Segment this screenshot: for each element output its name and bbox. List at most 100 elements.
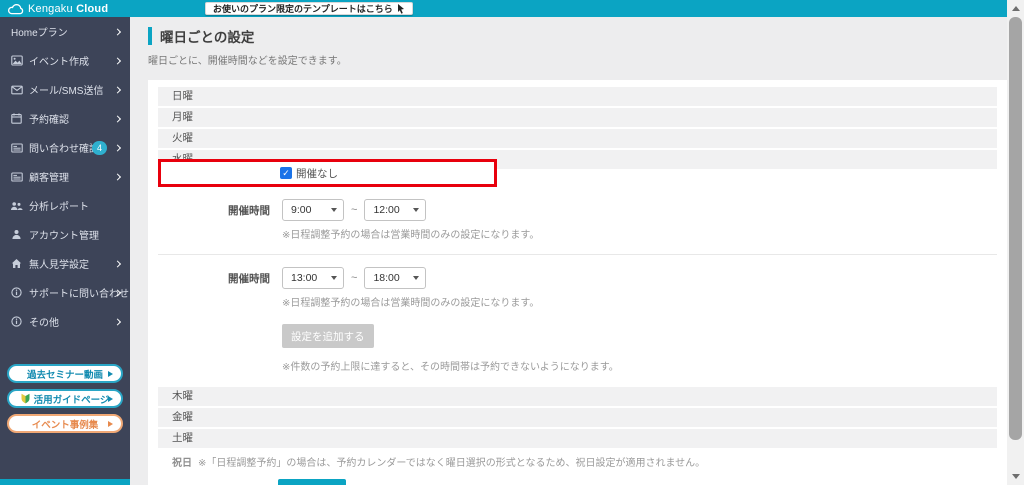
time-slot-row-2: 開催時間 13:00 ~ 18:00 (158, 267, 997, 289)
person-icon (10, 229, 23, 241)
end-time-value: 12:00 (373, 204, 400, 216)
id-card-icon (10, 171, 23, 183)
day-row-monday[interactable]: 月曜 (158, 108, 997, 127)
time-slot-row-1: 開催時間 9:00 ~ 12:00 (158, 199, 997, 221)
page-title: 曜日ごとの設定 (148, 27, 1007, 45)
sidebar-item-mail-sms[interactable]: メール/SMS送信 (0, 75, 130, 104)
top-header-bar: Kengaku Cloud (0, 0, 1007, 17)
plan-template-button[interactable]: お使いのプラン限定のテンプレートはこちら (205, 2, 413, 15)
inquiry-count-badge: 4 (92, 140, 107, 155)
slot-note-1: ※日程調整予約の場合は営業時間のみの設定になります。 (282, 230, 540, 241)
holiday-note: ※「日程調整予約」の場合は、予約カレンダーではなく曜日選択の形式となるため、祝日… (198, 458, 706, 469)
sidebar-item-label: イベント作成 (29, 57, 89, 68)
no-event-checkbox[interactable]: ✓ (280, 167, 292, 179)
app-logo-text: Kengaku Cloud (28, 2, 109, 15)
scrollbar-thumb[interactable] (1009, 17, 1022, 440)
page-subtitle: 曜日ごとに、開催時間などを設定できます。 (148, 56, 347, 67)
chevron-down-icon (413, 208, 420, 212)
day-row-friday[interactable]: 金曜 (158, 408, 997, 427)
sidebar-item-label: 分析レポート (29, 202, 89, 213)
chevron-right-icon (113, 114, 122, 123)
sidebar-item-others[interactable]: その他 (0, 307, 130, 336)
main-content: 曜日ごとの設定 曜日ごとに、開催時間などを設定できます。 日曜 月曜 火曜 水曜… (130, 17, 1007, 485)
day-row-tuesday[interactable]: 火曜 (158, 129, 997, 148)
chevron-right-icon (113, 317, 122, 326)
end-time-select-1[interactable]: 12:00 (364, 199, 427, 221)
sidebar-footer: 過去セミナー動画 活用ガイドページ イベント事例集 (0, 364, 130, 433)
past-seminar-video-button[interactable]: 過去セミナー動画 (7, 364, 123, 383)
app-logo: Kengaku Cloud (0, 3, 130, 15)
start-time-value: 9:00 (291, 204, 312, 216)
day-row-saturday[interactable]: 土曜 (158, 429, 997, 448)
end-time-value: 18:00 (373, 272, 400, 284)
start-time-select-2[interactable]: 13:00 (282, 267, 344, 289)
chevron-down-icon (331, 208, 337, 212)
sidebar-item-label: Homeプラン (11, 28, 68, 39)
start-time-value: 13:00 (291, 272, 318, 284)
info-icon (10, 287, 23, 299)
chevron-right-icon (113, 143, 122, 152)
chevron-right-icon (113, 27, 122, 36)
people-group-icon (10, 200, 23, 212)
start-time-select-1[interactable]: 9:00 (282, 199, 344, 221)
sidebar: Homeプラン イベント作成 メール/SMS送信 予約確認 問い合わせ確認 4 … (0, 17, 130, 479)
sidebar-item-label: 予約確認 (29, 115, 69, 126)
scrollbar[interactable] (1007, 0, 1024, 485)
pill-label: イベント事例集 (31, 419, 99, 431)
pill-label: 活用ガイドページ (33, 394, 110, 406)
home-icon (10, 258, 23, 270)
chevron-right-icon (113, 259, 122, 268)
holiday-note-row: 祝日 ※「日程調整予約」の場合は、予約カレンダーではなく曜日選択の形式となるため、… (158, 454, 997, 469)
chevron-down-icon (331, 276, 337, 280)
sidebar-item-label: 問い合わせ確認 (29, 144, 99, 155)
pill-label: 過去セミナー動画 (26, 369, 103, 381)
sidebar-item-label: メール/SMS送信 (29, 86, 104, 97)
chevron-right-icon (113, 56, 122, 65)
scrollbar-down-button[interactable] (1007, 468, 1024, 485)
add-setting-note: ※件数の予約上限に達すると、その時間帯は予約できないようになります。 (282, 362, 619, 373)
mail-icon (10, 84, 23, 96)
triangle-down-icon (1011, 474, 1020, 479)
chevron-right-icon (113, 85, 122, 94)
sidebar-item-reservation-check[interactable]: 予約確認 (0, 104, 130, 133)
day-row-sunday[interactable]: 日曜 (158, 87, 997, 106)
play-arrow-icon (108, 420, 113, 427)
id-card-icon (10, 142, 23, 154)
info-icon (10, 316, 23, 328)
sidebar-item-event-create[interactable]: イベント作成 (0, 46, 130, 75)
sidebar-item-home-plan[interactable]: Homeプラン (0, 17, 130, 46)
sidebar-item-customer-management[interactable]: 顧客管理 (0, 162, 130, 191)
sidebar-item-contact-support[interactable]: サポートに問い合わせ (0, 278, 130, 307)
sidebar-item-label: その他 (29, 318, 59, 329)
chevron-down-icon (413, 276, 420, 280)
triangle-up-icon (1011, 6, 1020, 11)
holiday-label: 祝日 (172, 458, 192, 469)
sidebar-item-label: 無人見学設定 (29, 260, 89, 271)
end-time-select-2[interactable]: 18:00 (364, 267, 427, 289)
sidebar-item-label: 顧客管理 (29, 173, 69, 184)
cursor-icon (397, 3, 405, 14)
add-setting-button[interactable]: 設定を追加する (282, 324, 374, 348)
calendar-icon (10, 113, 23, 125)
time-range-tilde: ~ (351, 272, 358, 284)
plan-template-button-label: お使いのプラン限定のテンプレートはこちら (213, 4, 393, 14)
cloud-logo-icon (7, 3, 25, 15)
create-start-button[interactable]: 作成開始 (278, 479, 346, 485)
sidebar-item-unmanned-tour-settings[interactable]: 無人見学設定 (0, 249, 130, 278)
sidebar-item-inquiry-check[interactable]: 問い合わせ確認 4 (0, 133, 130, 162)
scrollbar-up-button[interactable] (1007, 0, 1024, 17)
annotation-highlight-box: ✓ 開催なし (158, 159, 497, 187)
time-slot-label: 開催時間 (228, 204, 270, 217)
bottom-teal-strip (0, 479, 130, 485)
play-arrow-icon (108, 370, 113, 377)
time-range-tilde: ~ (351, 204, 358, 216)
usage-guide-page-button[interactable]: 活用ガイドページ (7, 389, 123, 408)
sidebar-item-account-management[interactable]: アカウント管理 (0, 220, 130, 249)
sidebar-item-analytics-report[interactable]: 分析レポート (0, 191, 130, 220)
chevron-right-icon (113, 172, 122, 181)
weekday-settings-card: 日曜 月曜 火曜 水曜 ✓ 開催なし 開催時間 9:00 ~ 12:00 ※日程… (148, 80, 1007, 485)
day-row-thursday[interactable]: 木曜 (158, 387, 997, 406)
event-case-studies-button[interactable]: イベント事例集 (7, 414, 123, 433)
section-divider (158, 254, 997, 255)
image-icon (10, 55, 23, 67)
